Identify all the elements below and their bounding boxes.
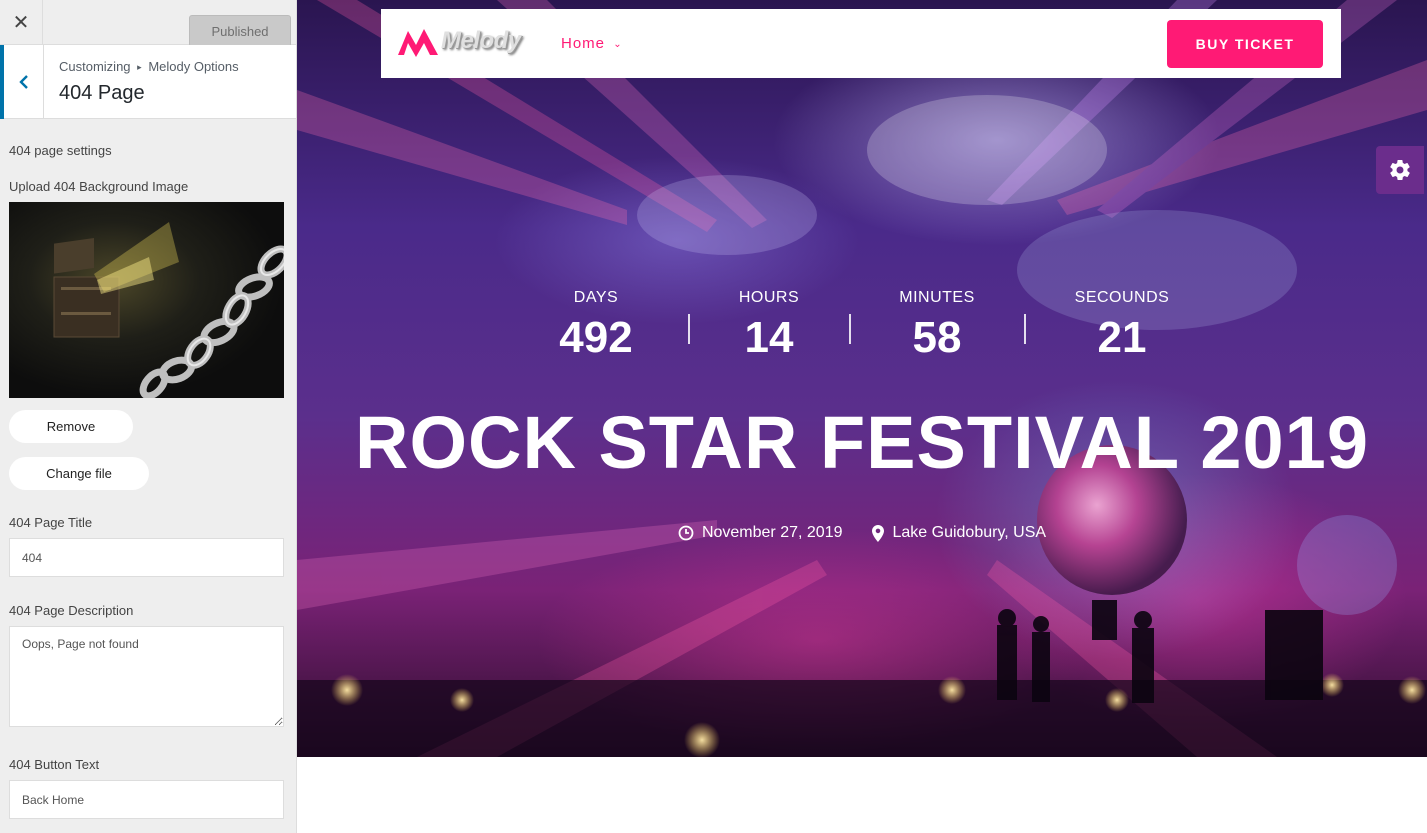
- bg-upload-label: Upload 404 Background Image: [9, 179, 189, 194]
- page-title-input[interactable]: [9, 538, 284, 577]
- countdown-days-value: 492: [559, 313, 633, 362]
- remove-image-button[interactable]: Remove: [9, 410, 133, 443]
- page-title-label: 404 Page Title: [9, 515, 93, 530]
- countdown-separator: [1024, 314, 1026, 344]
- map-pin-icon: [872, 524, 885, 542]
- breadcrumb: Customizing ▸ Melody Options: [59, 59, 239, 74]
- festival-title: ROCK STAR FESTIVAL 2019: [355, 401, 1369, 484]
- countdown-separator: [849, 314, 851, 344]
- event-date: November 27, 2019: [678, 524, 843, 542]
- countdown-seconds-label: SECOUNDS: [1074, 289, 1170, 306]
- breadcrumb-separator: ▸: [137, 62, 142, 72]
- gear-icon: [1390, 160, 1410, 181]
- hero-section: Melody Home ⌄ BUY TICKET DAYS 492 HOURS …: [297, 0, 1427, 757]
- chevron-left-icon: [18, 75, 28, 89]
- site-navbar: Melody Home ⌄ BUY TICKET: [381, 9, 1341, 78]
- section-title: 404 page settings: [9, 143, 112, 158]
- page-description-label: 404 Page Description: [9, 603, 134, 618]
- close-customizer-button[interactable]: ✕: [0, 0, 43, 45]
- panel-header: Customizing ▸ Melody Options 404 Page: [0, 45, 296, 119]
- panel-title: 404 Page: [59, 82, 145, 104]
- countdown-seconds-value: 21: [1097, 313, 1147, 362]
- customizer-sidebar: ✕ Published Customizing ▸ Melody Options…: [0, 0, 297, 833]
- event-date-text: November 27, 2019: [701, 524, 843, 541]
- countdown-minutes-value: 58: [912, 313, 962, 362]
- background-image-preview: [9, 202, 284, 398]
- back-button[interactable]: [0, 45, 44, 119]
- breadcrumb-item: Melody Options: [148, 59, 239, 74]
- breadcrumb-item: Customizing: [59, 59, 131, 74]
- concert-background: [297, 0, 1427, 757]
- settings-toggle-button[interactable]: [1376, 146, 1424, 194]
- countdown-days-label: DAYS: [573, 289, 619, 306]
- event-location-text: Lake Guidobury, USA: [892, 524, 1047, 541]
- event-meta: November 27, 2019 Lake Guidobury, USA: [297, 524, 1427, 542]
- countdown-minutes-label: MINUTES: [899, 289, 975, 306]
- publish-button[interactable]: Published: [189, 15, 291, 47]
- button-text-input[interactable]: [9, 780, 284, 819]
- chevron-down-icon: ⌄: [613, 39, 623, 50]
- melody-logo[interactable]: [396, 25, 440, 65]
- site-preview: Melody Home ⌄ BUY TICKET DAYS 492 HOURS …: [297, 0, 1427, 833]
- close-icon: ✕: [12, 12, 30, 34]
- buy-ticket-button[interactable]: BUY TICKET: [1167, 20, 1323, 68]
- countdown-hours-value: 14: [744, 313, 794, 362]
- nav-item-home[interactable]: Home ⌄: [561, 35, 623, 52]
- button-text-label: 404 Button Text: [9, 757, 100, 772]
- event-location: Lake Guidobury, USA: [872, 524, 1046, 542]
- logo-text: Melody: [441, 27, 521, 54]
- change-file-button[interactable]: Change file: [9, 457, 149, 490]
- customizer-top-bar: ✕ Published: [0, 0, 296, 47]
- nav-item-label: Home: [561, 35, 606, 52]
- countdown-hours-label: HOURS: [738, 289, 800, 306]
- clock-icon: [678, 525, 694, 541]
- page-description-textarea[interactable]: Oops, Page not found: [9, 626, 284, 727]
